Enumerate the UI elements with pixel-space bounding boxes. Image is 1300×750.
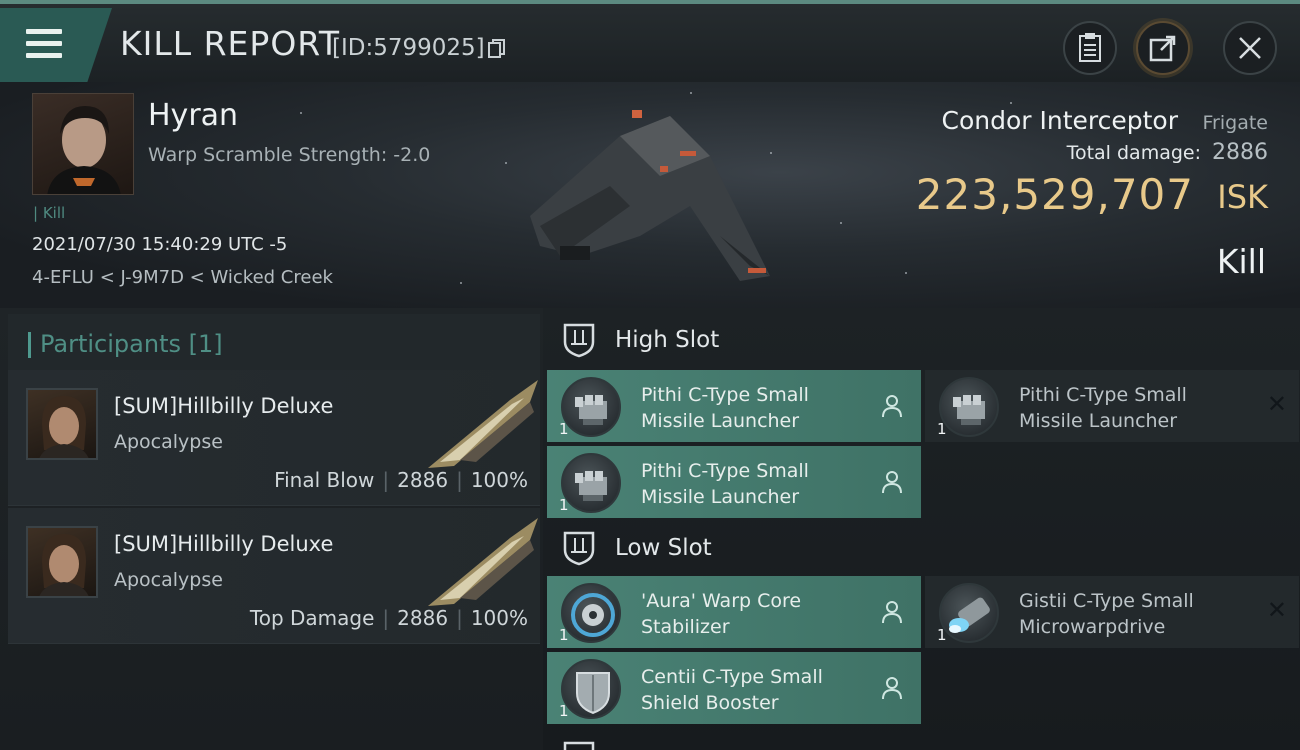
participant-avatar[interactable] [26, 526, 98, 598]
isk-unit: ISK [1217, 178, 1268, 216]
participant-ship: Apocalypse [114, 431, 223, 453]
x-icon: ✕ [1266, 596, 1287, 624]
module-name: Pithi C-Type Small Missile Launcher [1019, 384, 1187, 432]
low-slot-header: Low Slot [561, 522, 712, 574]
warp-scramble-strength: Warp Scramble Strength: -2.0 [148, 144, 431, 166]
module-item[interactable]: 1 Centii C-Type Small Shield Booster [547, 652, 921, 724]
module-name: Pithi C-Type Small Missile Launcher [641, 460, 809, 508]
participant-stats: Top Damage | 2886 | 100% [249, 606, 528, 630]
module-name: Centii C-Type Small Shield Booster [641, 666, 823, 714]
share-icon [1149, 35, 1176, 62]
share-button[interactable] [1136, 21, 1190, 75]
page-title: KILL REPORT [120, 24, 340, 63]
participants-panel: Participants [1] [SUM]Hillbilly Deluxe A… [0, 308, 543, 750]
isk-value: 223,529,707 [915, 170, 1194, 219]
title-bar: KILL REPORT [ID:5799025] [0, 0, 1300, 82]
close-icon [1239, 37, 1261, 59]
module-item[interactable]: 1 Pithi C-Type Small Missile Launcher ✕ [925, 370, 1299, 442]
fitting-panel: High Slot 1 Pithi C-Type Small Missile L… [543, 308, 1300, 750]
module-item[interactable]: 1 Gistii C-Type Small Microwarpdrive ✕ [925, 576, 1299, 648]
participants-header[interactable]: Participants [1] [8, 314, 540, 372]
module-quantity: 1 [559, 420, 569, 438]
module-name: Gistii C-Type Small Microwarpdrive [1019, 590, 1194, 638]
slot-shield-icon [563, 741, 595, 750]
low-slot-label: Low Slot [615, 535, 712, 561]
module-item[interactable]: 1 'Aura' Warp Core Stabilizer [547, 576, 921, 648]
module-quantity: 1 [937, 626, 947, 644]
ship-class: Frigate [1202, 112, 1268, 134]
missile-launcher-icon [939, 377, 999, 437]
clipboard-button[interactable] [1063, 21, 1117, 75]
high-slot-label: High Slot [615, 327, 720, 353]
person-icon [882, 471, 902, 494]
next-slot-header [561, 732, 615, 750]
x-icon: ✕ [1266, 390, 1287, 418]
total-damage-value: 2886 [1212, 140, 1268, 165]
warp-core-stabilizer-icon [561, 583, 621, 643]
participant-name[interactable]: [SUM]Hillbilly Deluxe [114, 394, 333, 418]
kill-location[interactable]: 4-EFLU < J-9M7D < Wicked Creek [32, 267, 333, 288]
person-icon [882, 601, 902, 624]
module-item[interactable]: 1 Pithi C-Type Small Missile Launcher [547, 446, 921, 518]
high-slot-header: High Slot [561, 314, 719, 366]
participant-ship-image[interactable] [420, 516, 540, 612]
participant-row[interactable]: [SUM]Hillbilly Deluxe Apocalypse Final B… [8, 370, 540, 506]
victim-name[interactable]: Hyran [148, 98, 238, 133]
kill-tag: | Kill [33, 204, 66, 222]
module-item[interactable]: 1 Pithi C-Type Small Missile Launcher [547, 370, 921, 442]
report-id: [ID:5799025] [332, 35, 485, 61]
module-quantity: 1 [559, 496, 569, 514]
clipboard-icon [1079, 33, 1101, 62]
module-name: 'Aura' Warp Core Stabilizer [641, 590, 802, 638]
kill-datetime: 2021/07/30 15:40:29 UTC -5 [32, 234, 288, 255]
microwarpdrive-icon [939, 583, 999, 643]
participants-label: Participants [1] [40, 330, 223, 358]
slot-shield-icon [563, 531, 595, 566]
participant-ship-image[interactable] [420, 378, 540, 474]
slot-shield-icon [563, 323, 595, 358]
menu-button[interactable] [0, 8, 112, 82]
shield-booster-icon [561, 659, 621, 719]
module-name: Pithi C-Type Small Missile Launcher [641, 384, 809, 432]
participant-name[interactable]: [SUM]Hillbilly Deluxe [114, 532, 333, 556]
person-icon [882, 395, 902, 418]
ship-name[interactable]: Condor Interceptor [942, 106, 1179, 135]
victim-portrait[interactable] [32, 93, 134, 195]
copy-icon[interactable] [488, 39, 506, 59]
kill-summary-banner: Hyran Warp Scramble Strength: -2.0 | Kil… [0, 82, 1300, 308]
person-icon [882, 677, 902, 700]
missile-launcher-icon [561, 453, 621, 513]
hamburger-icon [26, 29, 62, 65]
module-quantity: 1 [937, 420, 947, 438]
participant-avatar[interactable] [26, 388, 98, 460]
participant-row[interactable]: [SUM]Hillbilly Deluxe Apocalypse Top Dam… [8, 508, 540, 644]
kill-result: Kill [1216, 242, 1266, 281]
module-quantity: 1 [559, 702, 569, 720]
participant-stats: Final Blow | 2886 | 100% [274, 468, 528, 492]
ship-image[interactable] [520, 96, 780, 296]
total-damage-label: Total damage: [1066, 142, 1201, 164]
participant-ship: Apocalypse [114, 569, 223, 591]
missile-launcher-icon [561, 377, 621, 437]
module-quantity: 1 [559, 626, 569, 644]
close-button[interactable] [1223, 21, 1277, 75]
